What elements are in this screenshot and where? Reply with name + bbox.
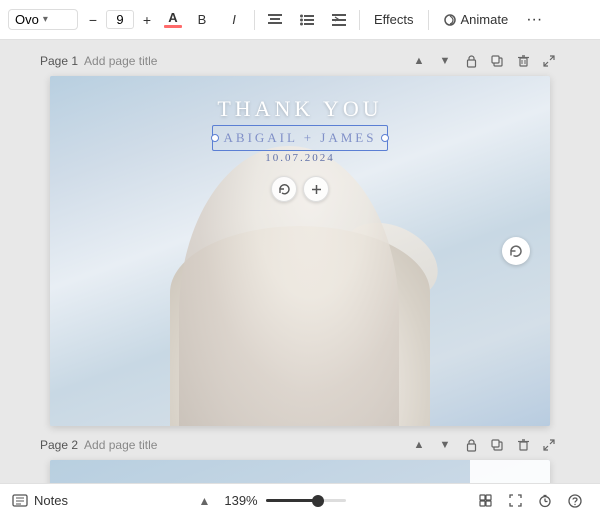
add-icon	[310, 183, 323, 196]
bottom-right-controls	[472, 488, 588, 514]
refresh-icon	[278, 183, 291, 196]
canvas-area: Page 1 Add page title ▲ ▼	[0, 40, 600, 483]
page-2-label-row: Page 2 Add page title ▲ ▼	[40, 434, 560, 456]
thank-you-text: THANK YOU	[217, 96, 382, 122]
notes-icon	[12, 494, 28, 508]
divider-2	[359, 10, 360, 30]
zoom-up-button[interactable]: ▲	[193, 490, 215, 512]
zoom-level-label: 139%	[223, 493, 258, 508]
copy-icon	[491, 55, 503, 67]
page-2-copy-button[interactable]	[486, 434, 508, 456]
page-2-controls: ▲ ▼	[408, 434, 560, 456]
names-text: ABIGAIL + JAMES	[216, 128, 385, 148]
page-1-container: Page 1 Add page title ▲ ▼	[0, 50, 600, 426]
zoom-slider-thumb	[312, 495, 324, 507]
zoom-slider[interactable]	[266, 499, 346, 502]
font-size-control: − +	[82, 9, 158, 31]
align-button[interactable]	[261, 6, 289, 34]
more-options-button[interactable]: ···	[520, 6, 548, 34]
list-button[interactable]	[293, 6, 321, 34]
page-2-delete-button[interactable]	[512, 434, 534, 456]
align-icon	[268, 14, 282, 26]
expand-icon-2	[543, 439, 555, 451]
help-button[interactable]	[562, 488, 588, 514]
top-toolbar: Ovo ▾ − + A B I	[0, 0, 600, 40]
page-1-expand-button[interactable]	[538, 50, 560, 72]
canvas-refresh-icon	[509, 244, 523, 258]
animate-label: Animate	[461, 12, 509, 27]
trash-icon	[518, 55, 529, 67]
help-icon	[568, 494, 582, 508]
selection-handle-left[interactable]	[211, 134, 219, 142]
italic-button[interactable]: I	[220, 6, 248, 34]
page-2-canvas[interactable]	[50, 460, 550, 483]
canvas-text-layer: THANK YOU ABIGAIL + JAMES 10.07.2024	[50, 76, 550, 426]
page-1-number: Page 1	[40, 54, 78, 68]
page-2-expand-button[interactable]	[538, 434, 560, 456]
animate-icon	[443, 13, 457, 27]
page-2-white-box	[470, 460, 550, 483]
names-text-box[interactable]: ABIGAIL + JAMES	[216, 128, 385, 148]
lock-icon	[466, 55, 477, 68]
fullscreen-icon	[509, 494, 522, 507]
indent-button[interactable]	[325, 6, 353, 34]
page-1-label-row: Page 1 Add page title ▲ ▼	[40, 50, 560, 72]
page-1-canvas[interactable]: THANK YOU ABIGAIL + JAMES 10.07.2024	[50, 76, 550, 426]
grid-icon	[479, 494, 492, 507]
more-icon: ···	[526, 11, 542, 29]
list-icon	[300, 14, 314, 26]
copy-icon-2	[491, 439, 503, 451]
grid-view-button[interactable]	[472, 488, 498, 514]
bottom-bar: Notes ▲ 139%	[0, 483, 600, 517]
page-1-add-title[interactable]: Add page title	[84, 54, 157, 68]
expand-icon	[543, 55, 555, 67]
zoom-slider-fill	[266, 499, 318, 502]
font-size-decrease-button[interactable]: −	[82, 9, 104, 31]
font-family-select[interactable]: Ovo ▾	[8, 9, 78, 30]
notes-button[interactable]: Notes	[12, 493, 68, 508]
notes-label: Notes	[34, 493, 68, 508]
font-size-increase-button[interactable]: +	[136, 9, 158, 31]
page-2-lock-button[interactable]	[460, 434, 482, 456]
font-size-input[interactable]	[106, 10, 134, 29]
bold-button[interactable]: B	[188, 6, 216, 34]
date-text: 10.07.2024	[265, 152, 335, 164]
page-2-up-button[interactable]: ▲	[408, 434, 430, 456]
font-name-label: Ovo	[15, 12, 39, 27]
trash-icon-2	[518, 439, 529, 451]
page-1-down-button[interactable]: ▼	[434, 50, 456, 72]
chevron-down-icon: ▾	[43, 14, 48, 25]
lock-icon-2	[466, 439, 477, 452]
indent-icon	[332, 14, 346, 26]
page-1-up-button[interactable]: ▲	[408, 50, 430, 72]
color-a-label: A	[168, 11, 177, 24]
refresh-float-button[interactable]	[271, 176, 297, 202]
floating-toolbar	[271, 176, 329, 202]
selection-handle-right[interactable]	[381, 134, 389, 142]
page-1-controls: ▲ ▼	[408, 50, 560, 72]
page-1-delete-button[interactable]	[512, 50, 534, 72]
color-bar	[164, 25, 182, 28]
timer-button[interactable]	[532, 488, 558, 514]
page-1-copy-button[interactable]	[486, 50, 508, 72]
page-2-number: Page 2	[40, 438, 78, 452]
page-2-down-button[interactable]: ▼	[434, 434, 456, 456]
fullscreen-button[interactable]	[502, 488, 528, 514]
canvas-refresh-button[interactable]	[502, 237, 530, 265]
page-2-container: Page 2 Add page title ▲ ▼	[0, 434, 600, 483]
text-color-button[interactable]: A	[162, 9, 184, 31]
page-1-lock-button[interactable]	[460, 50, 482, 72]
zoom-control: ▲ 139%	[193, 490, 346, 512]
timer-icon	[538, 494, 552, 508]
divider-3	[428, 10, 429, 30]
effects-button[interactable]: Effects	[366, 8, 422, 31]
add-float-button[interactable]	[303, 176, 329, 202]
divider-1	[254, 10, 255, 30]
effects-label: Effects	[374, 12, 414, 27]
animate-button[interactable]: Animate	[435, 8, 517, 31]
page-2-add-title[interactable]: Add page title	[84, 438, 157, 452]
